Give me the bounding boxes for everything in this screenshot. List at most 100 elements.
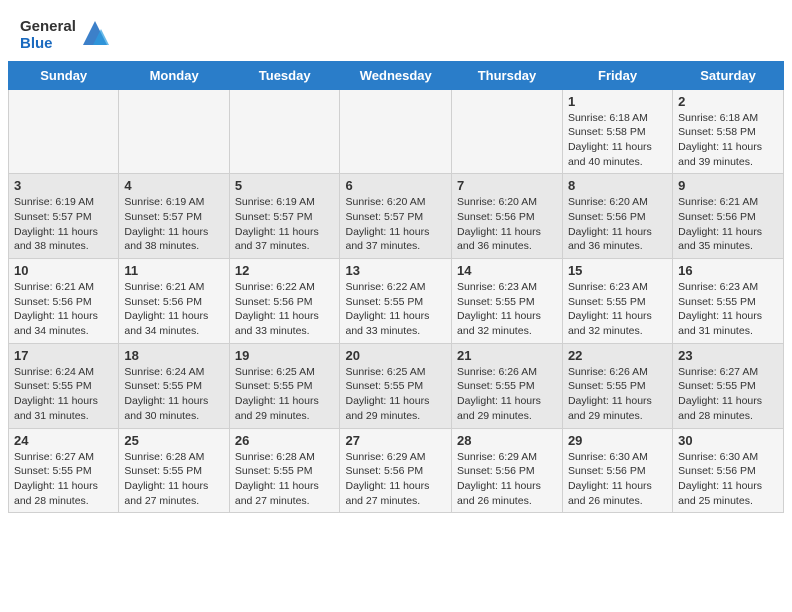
calendar-cell: 13Sunrise: 6:22 AM Sunset: 5:55 PM Dayli… (340, 259, 452, 344)
day-number: 12 (235, 263, 335, 278)
day-number: 10 (14, 263, 113, 278)
calendar-cell: 21 Sunrise: 6:26 AM Sunset: 5:55 PM Dayli… (452, 343, 563, 428)
day-number: 28 (457, 433, 557, 448)
calendar-cell: 23 Sunrise: 6:27 AM Sunset: 5:55 PM Dayli… (673, 343, 784, 428)
calendar-body: 1 Sunrise: 6:18 AM Sunset: 5:58 PM Daylig… (9, 89, 784, 513)
day-number: 6 (345, 178, 446, 193)
day-info: Sunrise: 6:29 AM Sunset: 5:56 PM Dayligh… (345, 450, 446, 509)
logo-general: General (20, 18, 76, 35)
day-info: Sunrise: 6:23 AM Sunset: 5:55 PM Dayligh… (678, 280, 778, 339)
day-number: 21 (457, 348, 557, 363)
day-info: Sunrise: 6:26 AM Sunset: 5:55 PM Dayligh… (457, 365, 557, 424)
calendar-week-row: 24 Sunrise: 6:27 AM Sunset: 5:55 PM Dayli… (9, 428, 784, 513)
calendar-cell: 10Sunrise: 6:21 AM Sunset: 5:56 PM Dayli… (9, 259, 119, 344)
day-number: 30 (678, 433, 778, 448)
day-number: 18 (124, 348, 223, 363)
day-number: 2 (678, 94, 778, 109)
day-number: 5 (235, 178, 335, 193)
calendar-cell: 12Sunrise: 6:22 AM Sunset: 5:56 PM Dayli… (229, 259, 340, 344)
calendar-header: SundayMondayTuesdayWednesdayThursdayFrid… (9, 61, 784, 89)
day-info: Sunrise: 6:25 AM Sunset: 5:55 PM Dayligh… (235, 365, 335, 424)
calendar-cell: 9 Sunrise: 6:21 AM Sunset: 5:56 PM Daylig… (673, 174, 784, 259)
calendar-cell (119, 89, 229, 174)
calendar-table: SundayMondayTuesdayWednesdayThursdayFrid… (8, 61, 784, 514)
calendar-cell: 30 Sunrise: 6:30 AM Sunset: 5:56 PM Dayli… (673, 428, 784, 513)
day-number: 3 (14, 178, 113, 193)
calendar-cell (452, 89, 563, 174)
calendar-cell: 16 Sunrise: 6:23 AM Sunset: 5:55 PM Dayli… (673, 259, 784, 344)
day-info: Sunrise: 6:30 AM Sunset: 5:56 PM Dayligh… (678, 450, 778, 509)
day-info: Sunrise: 6:19 AM Sunset: 5:57 PM Dayligh… (124, 195, 223, 254)
day-info: Sunrise: 6:20 AM Sunset: 5:56 PM Dayligh… (568, 195, 667, 254)
day-info: Sunrise: 6:19 AM Sunset: 5:57 PM Dayligh… (14, 195, 113, 254)
calendar-day-header: Sunday (9, 61, 119, 89)
calendar-cell: 2Sunrise: 6:18 AM Sunset: 5:58 PM Daylig… (673, 89, 784, 174)
day-number: 19 (235, 348, 335, 363)
day-info: Sunrise: 6:23 AM Sunset: 5:55 PM Dayligh… (568, 280, 667, 339)
day-number: 15 (568, 263, 667, 278)
calendar-cell: 4Sunrise: 6:19 AM Sunset: 5:57 PM Daylig… (119, 174, 229, 259)
calendar-day-header: Friday (562, 61, 672, 89)
calendar-cell: 11 Sunrise: 6:21 AM Sunset: 5:56 PM Dayli… (119, 259, 229, 344)
day-number: 9 (678, 178, 778, 193)
day-info: Sunrise: 6:24 AM Sunset: 5:55 PM Dayligh… (124, 365, 223, 424)
day-number: 24 (14, 433, 113, 448)
day-info: Sunrise: 6:18 AM Sunset: 5:58 PM Dayligh… (568, 111, 667, 170)
day-number: 8 (568, 178, 667, 193)
calendar-cell: 20Sunrise: 6:25 AM Sunset: 5:55 PM Dayli… (340, 343, 452, 428)
calendar-cell: 17Sunrise: 6:24 AM Sunset: 5:55 PM Dayli… (9, 343, 119, 428)
day-number: 17 (14, 348, 113, 363)
calendar-cell: 22 Sunrise: 6:26 AM Sunset: 5:55 PM Dayli… (562, 343, 672, 428)
day-number: 16 (678, 263, 778, 278)
day-info: Sunrise: 6:27 AM Sunset: 5:55 PM Dayligh… (678, 365, 778, 424)
day-number: 20 (345, 348, 446, 363)
day-info: Sunrise: 6:20 AM Sunset: 5:56 PM Dayligh… (457, 195, 557, 254)
calendar-cell: 24 Sunrise: 6:27 AM Sunset: 5:55 PM Dayli… (9, 428, 119, 513)
day-number: 13 (345, 263, 446, 278)
calendar-cell (340, 89, 452, 174)
calendar-cell: 1 Sunrise: 6:18 AM Sunset: 5:58 PM Daylig… (562, 89, 672, 174)
calendar-cell: 25 Sunrise: 6:28 AM Sunset: 5:55 PM Dayli… (119, 428, 229, 513)
calendar-cell (9, 89, 119, 174)
calendar-cell: 8 Sunrise: 6:20 AM Sunset: 5:56 PM Daylig… (562, 174, 672, 259)
calendar-day-header: Thursday (452, 61, 563, 89)
calendar-cell: 6 Sunrise: 6:20 AM Sunset: 5:57 PM Daylig… (340, 174, 452, 259)
calendar-cell: 14 Sunrise: 6:23 AM Sunset: 5:55 PM Dayli… (452, 259, 563, 344)
calendar-week-row: 10 Sunrise: 6:21 AM Sunset: 5:56 PM Dayli… (9, 259, 784, 344)
calendar-cell: 18 Sunrise: 6:24 AM Sunset: 5:55 PM Dayli… (119, 343, 229, 428)
day-info: Sunrise: 6:21 AM Sunset: 5:56 PM Dayligh… (678, 195, 778, 254)
day-number: 27 (345, 433, 446, 448)
calendar-cell: 19 Sunrise: 6:25 AM Sunset: 5:55 PM Dayli… (229, 343, 340, 428)
calendar-cell: 15 Sunrise: 6:23 AM Sunset: 5:55 PM Dayli… (562, 259, 672, 344)
day-info: Sunrise: 6:23 AM Sunset: 5:55 PM Dayligh… (457, 280, 557, 339)
day-number: 11 (124, 263, 223, 278)
day-number: 26 (235, 433, 335, 448)
day-number: 1 (568, 94, 667, 109)
day-info: Sunrise: 6:21 AM Sunset: 5:56 PM Dayligh… (124, 280, 223, 339)
calendar-cell: 28Sunrise: 6:29 AM Sunset: 5:56 PM Dayli… (452, 428, 563, 513)
day-info: Sunrise: 6:28 AM Sunset: 5:55 PM Dayligh… (124, 450, 223, 509)
day-info: Sunrise: 6:20 AM Sunset: 5:57 PM Dayligh… (345, 195, 446, 254)
day-number: 29 (568, 433, 667, 448)
day-number: 23 (678, 348, 778, 363)
day-info: Sunrise: 6:19 AM Sunset: 5:57 PM Dayligh… (235, 195, 335, 254)
calendar-week-row: 1 Sunrise: 6:18 AM Sunset: 5:58 PM Daylig… (9, 89, 784, 174)
day-info: Sunrise: 6:27 AM Sunset: 5:55 PM Dayligh… (14, 450, 113, 509)
day-number: 25 (124, 433, 223, 448)
logo: General Blue (20, 18, 111, 53)
day-info: Sunrise: 6:26 AM Sunset: 5:55 PM Dayligh… (568, 365, 667, 424)
page-header: General Blue (0, 0, 792, 61)
calendar-day-header: Saturday (673, 61, 784, 89)
calendar-week-row: 17 Sunrise: 6:24 AM Sunset: 5:55 PM Dayli… (9, 343, 784, 428)
calendar-cell: 29Sunrise: 6:30 AM Sunset: 5:56 PM Dayli… (562, 428, 672, 513)
calendar-cell (229, 89, 340, 174)
calendar-header-row: SundayMondayTuesdayWednesdayThursdayFrid… (9, 61, 784, 89)
calendar-cell: 26Sunrise: 6:28 AM Sunset: 5:55 PM Dayli… (229, 428, 340, 513)
calendar-week-row: 3 Sunrise: 6:19 AM Sunset: 5:57 PM Daylig… (9, 174, 784, 259)
calendar-day-header: Wednesday (340, 61, 452, 89)
day-number: 14 (457, 263, 557, 278)
day-number: 22 (568, 348, 667, 363)
logo-blue: Blue (20, 35, 76, 52)
logo-icon (79, 17, 111, 49)
day-number: 7 (457, 178, 557, 193)
